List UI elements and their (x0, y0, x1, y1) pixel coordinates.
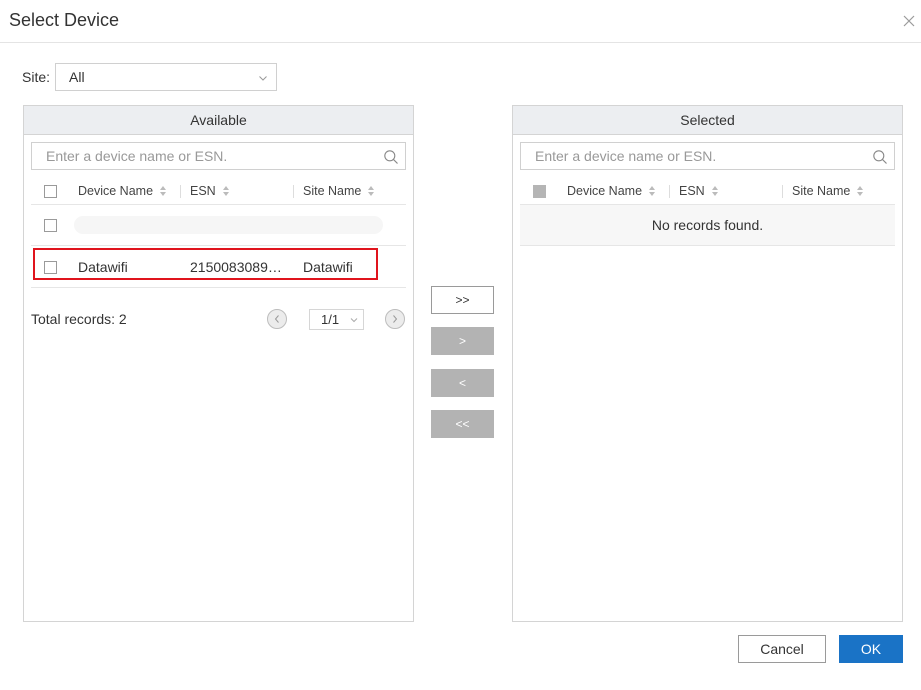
search-icon[interactable] (872, 149, 888, 165)
column-device-name[interactable]: Device Name (567, 184, 656, 198)
close-icon[interactable] (901, 13, 917, 29)
column-esn[interactable]: ESN (190, 184, 230, 198)
prev-page-button[interactable] (267, 309, 287, 329)
sort-icon[interactable] (648, 185, 656, 197)
sort-icon[interactable] (711, 185, 719, 197)
row-placeholder (74, 216, 383, 234)
cancel-button[interactable]: Cancel (738, 635, 826, 663)
search-icon[interactable] (383, 149, 399, 165)
selected-panel: Selected Device Name ESN Site Name No re… (512, 105, 903, 622)
next-page-button[interactable] (385, 309, 405, 329)
add-all-button[interactable]: >> (431, 286, 494, 314)
chevron-down-icon (350, 318, 358, 323)
table-row[interactable] (31, 205, 406, 246)
sort-icon[interactable] (159, 185, 167, 197)
site-select-value: All (69, 69, 85, 85)
site-name-cell: Datawifi (303, 259, 353, 275)
chevron-down-icon (259, 76, 267, 81)
selected-table-header: Device Name ESN Site Name (520, 178, 895, 205)
page-value: 1/1 (321, 312, 340, 327)
remove-all-button[interactable]: << (431, 410, 494, 438)
selected-search-input[interactable] (521, 143, 861, 169)
column-device-name[interactable]: Device Name (78, 184, 167, 198)
dialog-title: Select Device (9, 10, 120, 30)
sort-icon[interactable] (856, 185, 864, 197)
column-separator (782, 185, 783, 198)
selected-search (520, 142, 895, 170)
column-separator (293, 185, 294, 198)
ok-button[interactable]: OK (839, 635, 903, 663)
sort-icon[interactable] (367, 185, 375, 197)
row-checkbox[interactable] (44, 261, 57, 274)
empty-message: No records found. (520, 205, 895, 246)
site-select[interactable]: All (55, 63, 277, 91)
column-esn[interactable]: ESN (679, 184, 719, 198)
available-search-input[interactable] (32, 143, 372, 169)
column-site-name[interactable]: Site Name (792, 184, 864, 198)
add-button[interactable]: > (431, 327, 494, 355)
page-select[interactable]: 1/1 (309, 309, 364, 330)
select-all-checkbox[interactable] (533, 185, 546, 198)
available-table-header: Device Name ESN Site Name (31, 178, 406, 205)
column-separator (180, 185, 181, 198)
chevron-left-icon (274, 315, 279, 323)
total-records: Total records: 2 (31, 311, 127, 327)
site-label: Site: (22, 69, 51, 85)
esn-cell: 2150083089… (190, 259, 282, 275)
chevron-right-icon (393, 315, 398, 323)
available-panel-title: Available (24, 106, 413, 135)
row-checkbox[interactable] (44, 219, 57, 232)
dialog-header: Select Device (0, 0, 921, 43)
column-site-name[interactable]: Site Name (303, 184, 375, 198)
device-name-cell: Datawifi (78, 259, 128, 275)
selected-panel-title: Selected (513, 106, 902, 135)
sort-icon[interactable] (222, 185, 230, 197)
column-separator (669, 185, 670, 198)
remove-button[interactable]: < (431, 369, 494, 397)
select-all-checkbox[interactable] (44, 185, 57, 198)
available-panel: Available Device Name ESN Site Name Data… (23, 105, 414, 622)
available-search (31, 142, 406, 170)
table-row[interactable]: Datawifi 2150083089… Datawifi (31, 246, 406, 288)
